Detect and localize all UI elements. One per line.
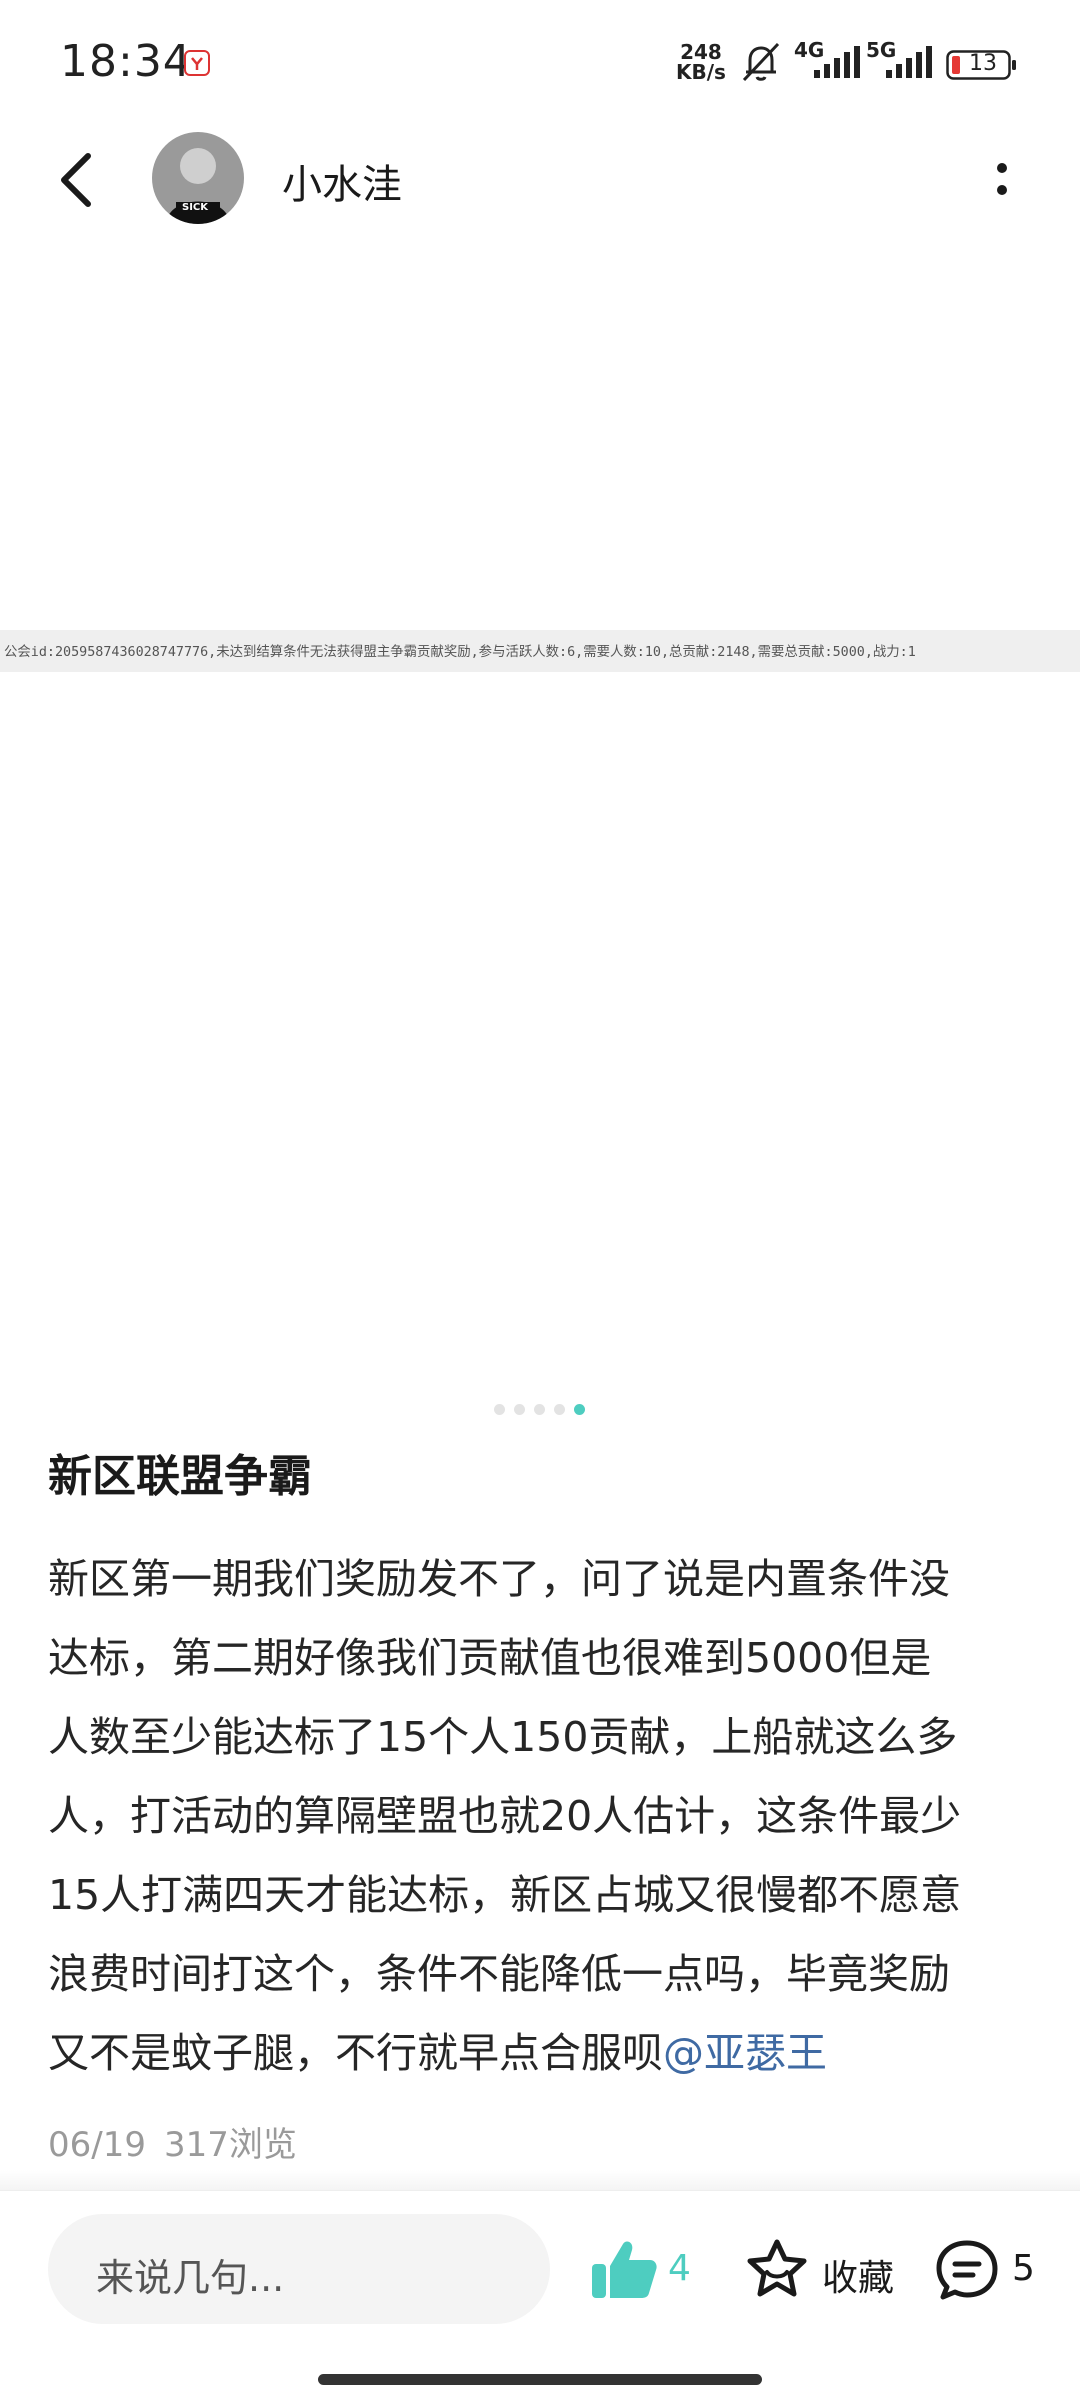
battery-level: 13 xyxy=(969,51,997,76)
comment-icon[interactable] xyxy=(934,2238,1000,2302)
author-name[interactable]: 小水洼 xyxy=(282,152,402,210)
signal-4g-icon: 4G xyxy=(794,38,864,84)
post-image-carousel[interactable] xyxy=(0,250,1080,1380)
avatar[interactable]: SICK xyxy=(152,132,244,224)
post-views: 317浏览 xyxy=(163,2125,297,2165)
post-line: 浪费时间打这个，条件不能降低一点吗，毕竟奖励 xyxy=(48,1950,950,1998)
like-count[interactable]: 4 xyxy=(668,2248,691,2289)
signal-5g-icon: 5G xyxy=(866,38,936,84)
network-speed: 248 KB/s xyxy=(676,40,726,84)
status-bar: 18:34 248 KB/s 4G 5G 13 xyxy=(0,0,1080,130)
pager-dot xyxy=(534,1404,545,1415)
post-line-text: 又不是蚊子腿，不行就早点合服呗 xyxy=(48,2029,663,2077)
post-line: 人数至少能达标了15个人150贡献，上船就这么多 xyxy=(48,1713,958,1761)
post-line: 15人打满四天才能达标，新区占城又很慢都不愿意 xyxy=(48,1871,962,1919)
pager-dot xyxy=(514,1404,525,1415)
app-notification-icon xyxy=(184,50,210,76)
back-icon[interactable] xyxy=(52,150,102,210)
pager-dot-active xyxy=(574,1404,585,1415)
status-time: 18:34 xyxy=(60,36,192,87)
svg-text:SICK: SICK xyxy=(182,202,209,213)
pager-dot xyxy=(494,1404,505,1415)
bottom-fade xyxy=(0,2170,1080,2192)
thumbs-up-icon[interactable] xyxy=(590,2238,658,2300)
post-title: 新区联盟争霸 xyxy=(48,1451,312,1502)
post-date: 06/19 xyxy=(48,2125,146,2165)
post-line: 新区第一期我们奖励发不了，问了说是内置条件没 xyxy=(48,1555,950,1603)
more-options-icon[interactable] xyxy=(990,156,1014,202)
post-line-last: 又不是蚊子腿，不行就早点合服呗@亚瑟王 xyxy=(48,2014,1038,2093)
favorite-button[interactable]: 收藏 xyxy=(822,2249,894,2301)
pager-dot xyxy=(554,1404,565,1415)
mention-link[interactable]: @亚瑟王 xyxy=(663,2029,827,2077)
star-icon[interactable] xyxy=(745,2238,809,2300)
mute-bell-icon xyxy=(742,42,780,82)
post-meta: 06/19 317浏览 xyxy=(48,2117,315,2166)
post-line: 人，打活动的算隔壁盟也就20人估计，这条件最少 xyxy=(48,1792,962,1840)
home-indicator[interactable] xyxy=(318,2374,762,2385)
game-log-text: 公会id:2059587436028747776,未达到结算条件无法获得盟主争霸… xyxy=(4,645,916,660)
post-line: 达标，第二期好像我们贡献值也很难到5000但是 xyxy=(48,1634,932,1682)
post-body: 新区第一期我们奖励发不了，问了说是内置条件没 达标，第二期好像我们贡献值也很难到… xyxy=(48,1540,1038,2093)
comment-placeholder[interactable]: 来说几句... xyxy=(96,2247,284,2302)
comment-count[interactable]: 5 xyxy=(1012,2248,1035,2289)
